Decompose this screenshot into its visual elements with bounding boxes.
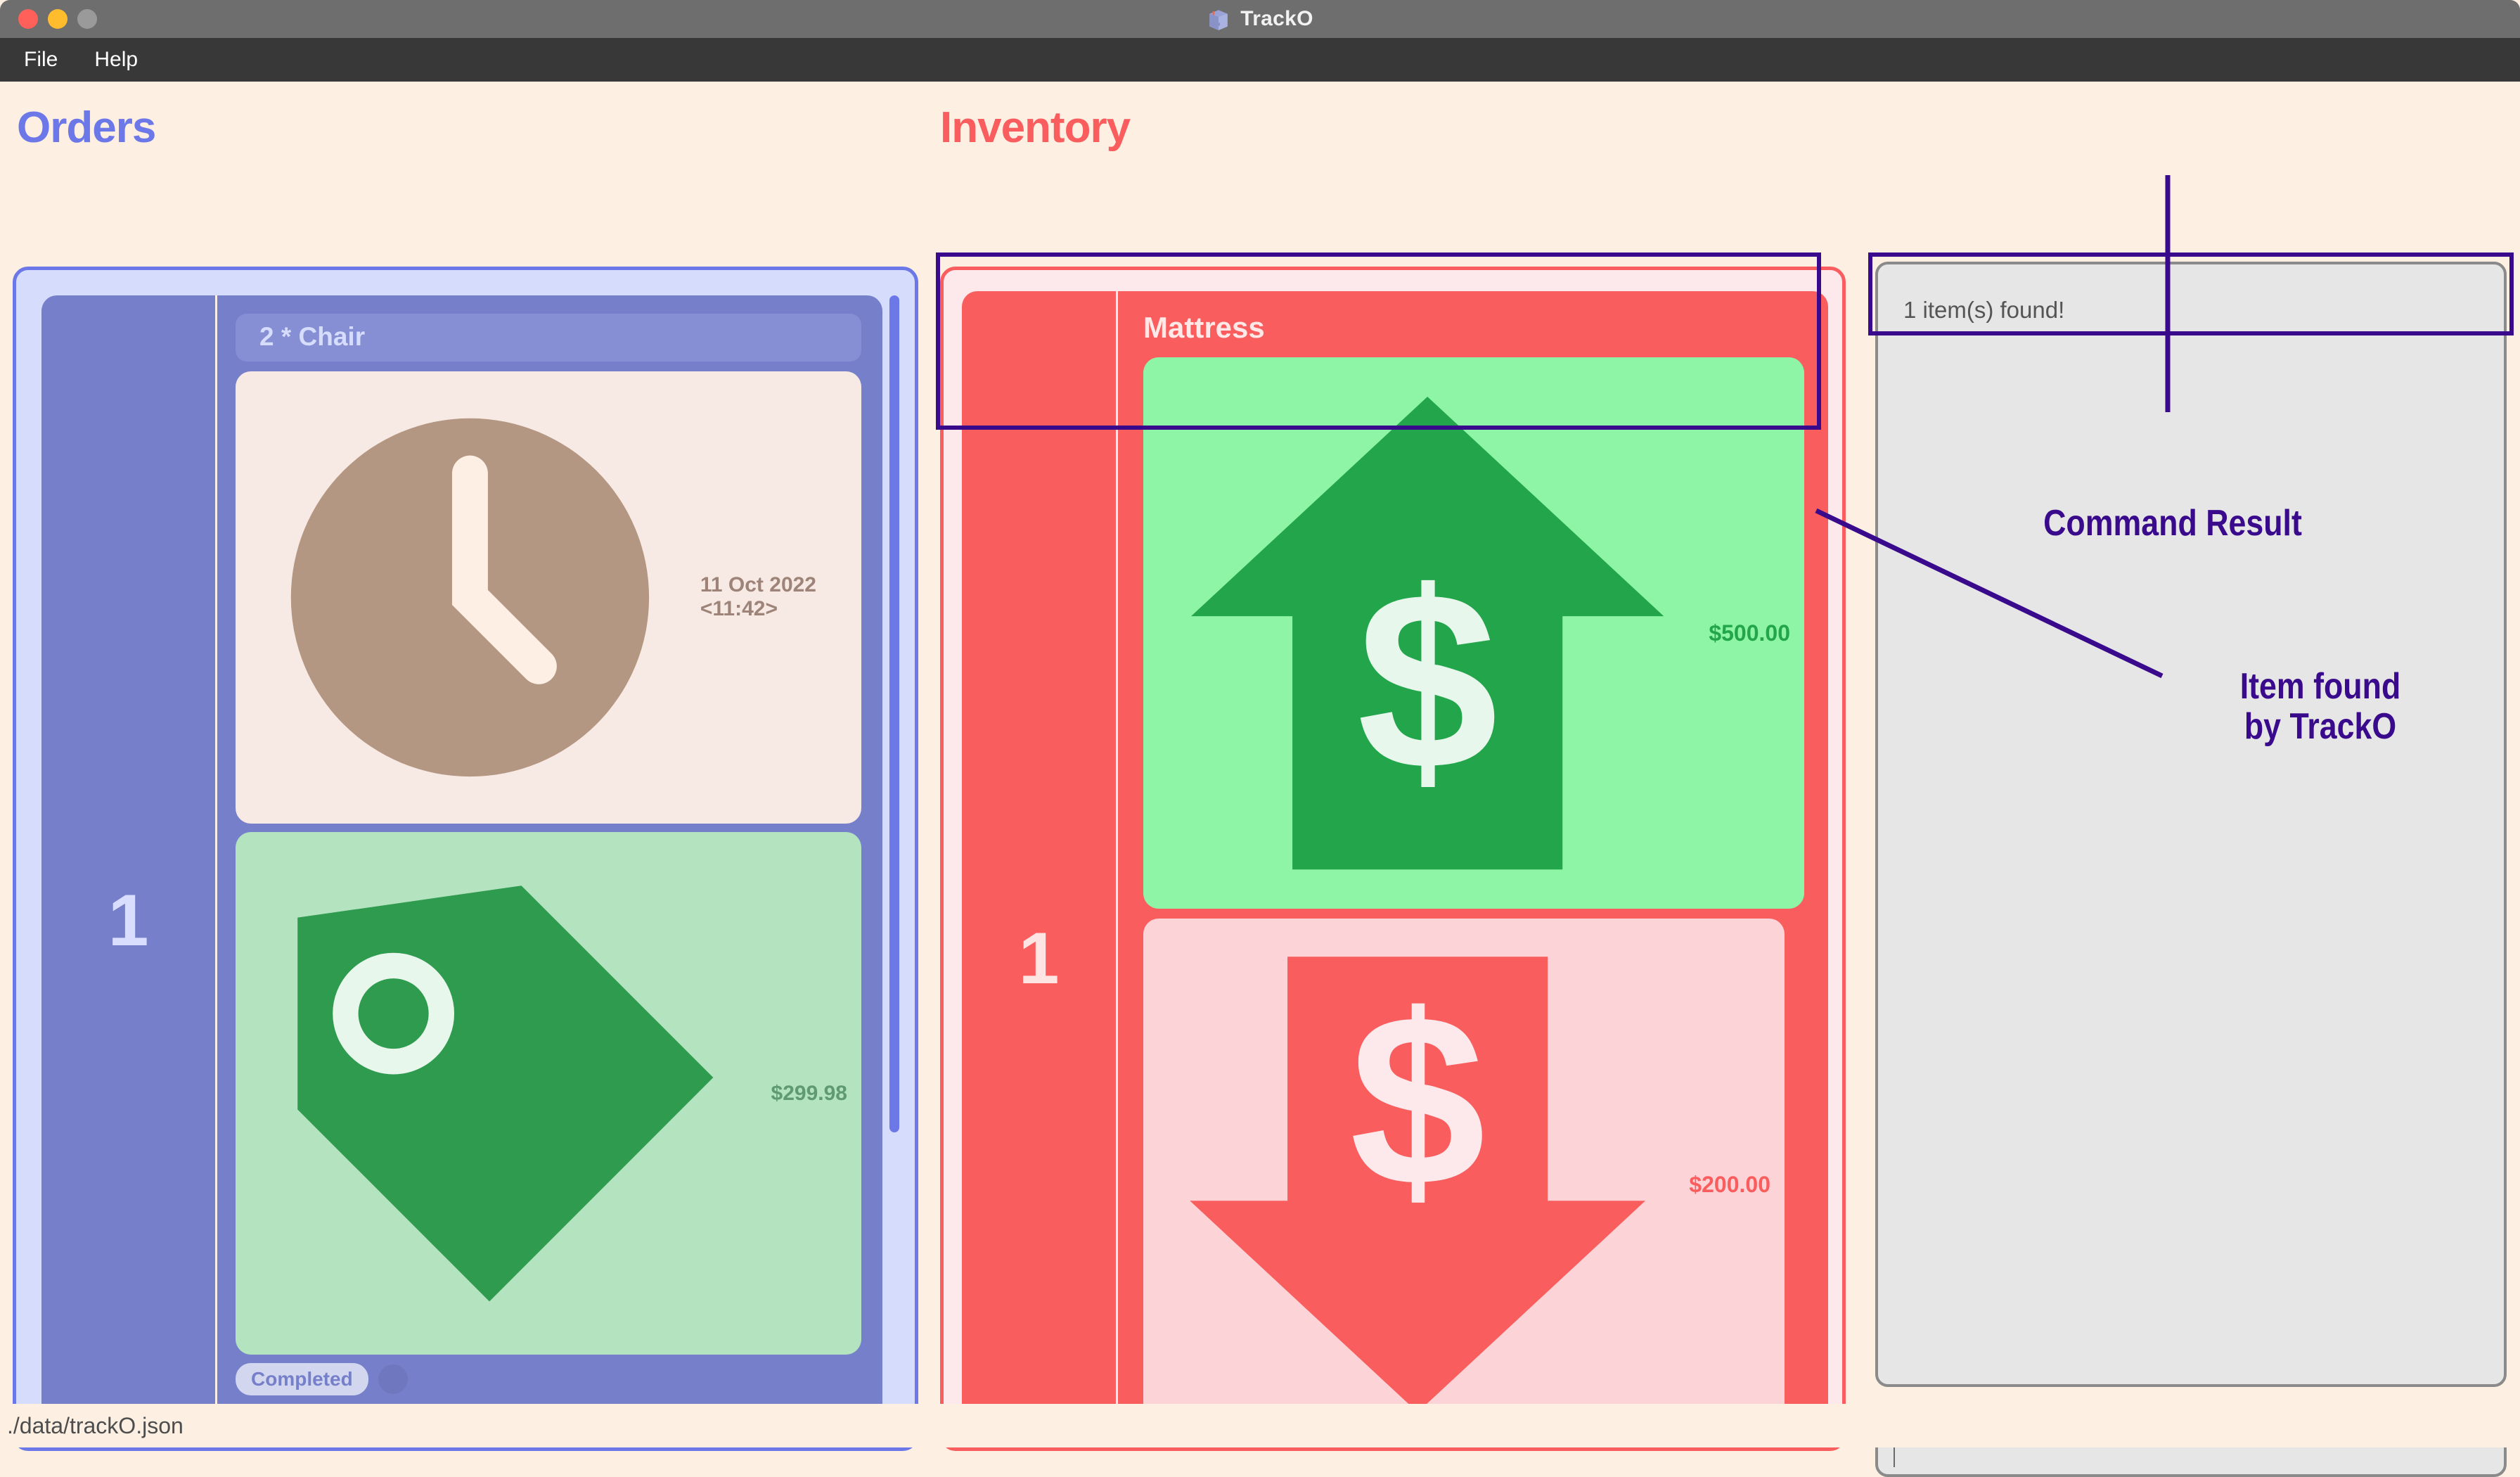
status-bar-file-path: ./data/trackO.json <box>7 1412 184 1438</box>
inventory-cost-price-pill: $ $200.00 <box>1143 919 1785 1447</box>
inventory-cost-price-text: $200.00 <box>1689 1171 1770 1197</box>
orders-heading: Orders <box>17 103 156 152</box>
order-index: 1 <box>41 295 217 1447</box>
menu-item-help[interactable]: Help <box>93 45 139 75</box>
orders-scrollbar-thumb[interactable] <box>889 295 899 1132</box>
order-tag-row: Completed <box>236 1363 861 1396</box>
order-body: 2 * Chair 11 Oct 2022 <11:42> $299.98 Compl… <box>217 295 882 1447</box>
inventory-index: 1 <box>962 291 1118 1447</box>
order-name: 2 * Chair <box>236 314 861 362</box>
window-title-group: TrackO <box>0 7 2520 31</box>
annotation-box-command-result <box>1868 252 2514 335</box>
order-date-pill: 11 Oct 2022 <11:42> <box>236 371 861 824</box>
menu-item-file[interactable]: File <box>22 45 59 75</box>
orders-list: 1 2 * Chair 11 Oct 2022 <11:42> $299.98 Comp… <box>41 295 882 1447</box>
svg-text:$: $ <box>1357 539 1498 822</box>
status-bar: ./data/trackO.json <box>0 1404 2520 1447</box>
price-tag-icon <box>297 885 714 1302</box>
traffic-light-group <box>18 9 97 29</box>
order-price-pill: $299.98 <box>236 831 861 1355</box>
inventory-list: 1Mattress$$500.00$$200.00300King-sized w… <box>962 291 1828 1447</box>
order-date-text: 11 Oct 2022 <11:42> <box>700 573 816 621</box>
minimize-window-button[interactable] <box>48 9 68 29</box>
annotation-label-item-found: Item found by TrackO <box>2175 666 2466 748</box>
arrow-up-dollar-icon: $ <box>1191 397 1664 870</box>
svg-text:$: $ <box>1350 964 1486 1236</box>
inventory-panel[interactable]: 1Mattress$$500.00$$200.00300King-sized w… <box>940 267 1846 1451</box>
inventory-heading: Inventory <box>940 103 1131 152</box>
main-content: Orders Inventory 1 2 * Chair 11 Oct 2022 <… <box>0 82 2520 1477</box>
package-box-icon <box>1209 10 1228 30</box>
clock-icon <box>290 418 650 777</box>
order-tag: Completed <box>236 1363 368 1396</box>
zoom-window-button[interactable] <box>77 9 97 29</box>
menu-bar: File Help <box>0 38 2520 82</box>
order-tag-ghost <box>378 1364 408 1395</box>
inventory-sell-price-text: $500.00 <box>1709 620 1790 646</box>
window-titlebar: TrackO <box>0 0 2520 38</box>
window-title: TrackO <box>1240 7 1313 30</box>
annotation-label-item-found-line2: by TrackO <box>2244 706 2397 748</box>
annotation-label-item-found-line1: Item found <box>2239 666 2401 707</box>
arrow-down-dollar-icon: $ <box>1190 957 1646 1413</box>
command-result-box: 1 item(s) found! <box>1875 262 2507 1387</box>
inventory-card[interactable]: 1Mattress$$500.00$$200.00300King-sized w… <box>962 291 1828 1447</box>
close-window-button[interactable] <box>18 9 38 29</box>
inventory-sell-price-pill: $ $500.00 <box>1143 357 1804 909</box>
annotation-box-inventory-item <box>936 252 1821 430</box>
order-price-text: $299.98 <box>771 1081 847 1105</box>
orders-panel[interactable]: 1 2 * Chair 11 Oct 2022 <11:42> $299.98 Comp… <box>13 267 918 1451</box>
inventory-body: Mattress$$500.00$$200.00300King-sized wi… <box>1118 291 1828 1447</box>
order-card[interactable]: 1 2 * Chair 11 Oct 2022 <11:42> $299.98 Comp… <box>41 295 882 1447</box>
annotation-label-command-result: Command Result <box>2043 503 2302 544</box>
